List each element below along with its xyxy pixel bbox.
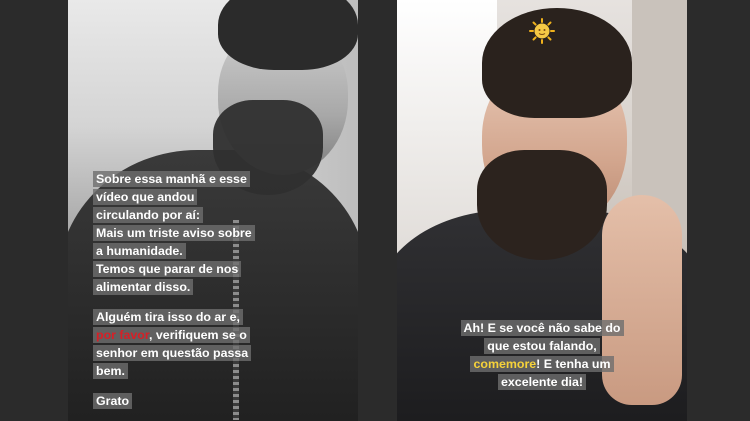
caption-line: bem. xyxy=(93,363,128,379)
caption-line: Mais um triste aviso sobre xyxy=(93,225,255,241)
caption-line: que estou falando, xyxy=(484,338,600,354)
caption-line: circulando por aí: xyxy=(93,207,203,223)
caption-line: , verifiquem se o xyxy=(149,328,247,342)
caption-line: ! E tenha um xyxy=(536,357,611,371)
left-story-caption: Sobre essa manhã e esse vídeo que andou … xyxy=(93,170,255,410)
caption-line: a humanidade. xyxy=(93,243,186,259)
caption-line: excelente dia! xyxy=(498,374,586,390)
hair xyxy=(482,8,632,118)
caption-line: Sobre essa manhã e esse xyxy=(93,171,250,187)
signoff-text: Grato xyxy=(93,393,133,409)
highlight-red-text: por favor xyxy=(96,328,150,342)
caption-line: Ah! E se você não sabe do xyxy=(460,320,624,336)
caption-line: Temos que parar de nos xyxy=(93,261,242,277)
right-story-caption: Ah! E se você não sabe do que estou fala… xyxy=(452,319,632,391)
beard xyxy=(477,150,607,260)
caption-line: senhor em questão passa xyxy=(93,345,252,361)
caption-line: vídeo que andou xyxy=(93,189,198,205)
screenshot-canvas: Sobre essa manhã e esse vídeo que andou … xyxy=(0,0,750,421)
caption-line: alimentar disso. xyxy=(93,279,194,295)
sun-emoji-icon xyxy=(529,18,555,44)
caption-line: Alguém tira isso do ar e, xyxy=(93,309,243,325)
hair xyxy=(218,0,358,70)
highlight-yellow-text: comemore xyxy=(473,357,537,371)
